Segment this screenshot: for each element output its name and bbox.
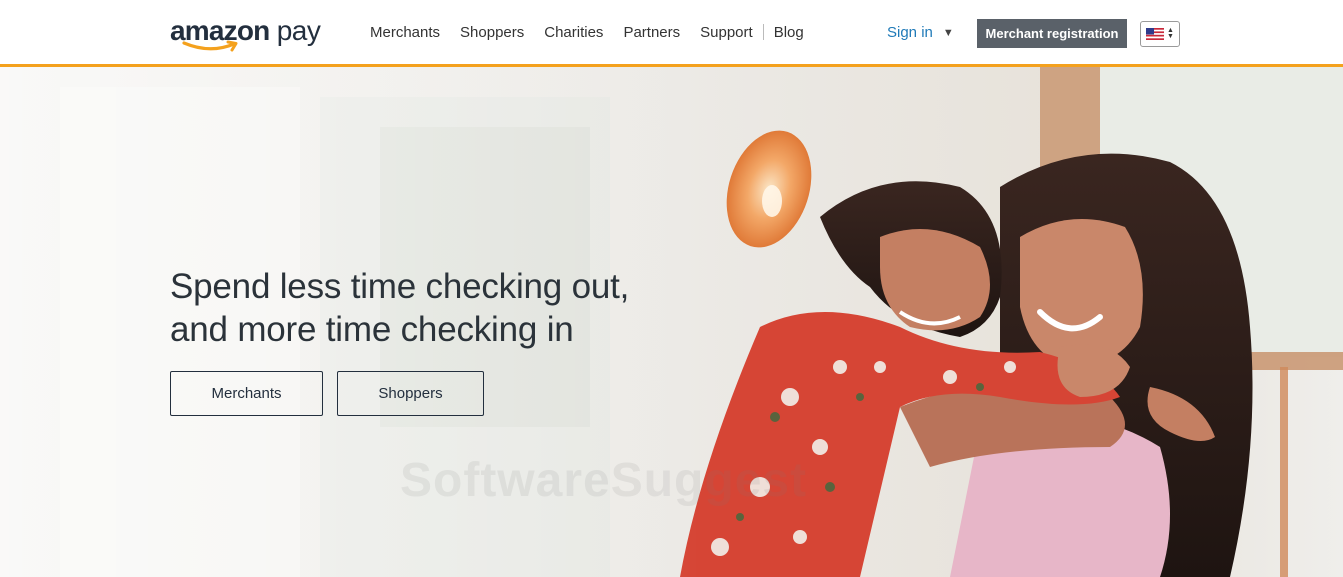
locale-select[interactable]: ▲ ▼ xyxy=(1140,21,1180,47)
main-nav: Merchants Shoppers Charities Partners Su… xyxy=(370,0,824,64)
nav-support[interactable]: Support xyxy=(700,24,753,41)
amazon-smile-icon xyxy=(182,40,238,52)
nav-merchants[interactable]: Merchants xyxy=(370,24,440,41)
hero-shoppers-button[interactable]: Shoppers xyxy=(337,371,484,416)
select-arrows-icon: ▲ ▼ xyxy=(1167,27,1174,40)
nav-divider xyxy=(762,24,764,40)
logo-pay-text: pay xyxy=(276,15,321,46)
nav-shoppers[interactable]: Shoppers xyxy=(460,24,524,41)
watermark-text: SoftwareSuggest xyxy=(400,454,808,507)
hero-section: Spend less time checking out, and more t… xyxy=(0,67,1343,577)
sign-in-label: Sign in xyxy=(887,24,933,41)
merchant-registration-button[interactable]: Merchant registration xyxy=(977,19,1127,48)
hero-headline-line-1: Spend less time checking out, xyxy=(170,267,630,306)
hero-headline: Spend less time checking out, and more t… xyxy=(170,265,690,351)
hero-headline-line-2: and more time checking in xyxy=(170,310,574,349)
hero-merchants-button[interactable]: Merchants xyxy=(170,371,323,416)
caret-down-icon: ▼ xyxy=(942,26,954,39)
site-header: amazon pay Merchants Shoppers Charities … xyxy=(0,0,1343,67)
nav-partners[interactable]: Partners xyxy=(623,24,680,41)
us-flag-icon xyxy=(1146,28,1165,40)
nav-charities[interactable]: Charities xyxy=(544,24,603,41)
sign-in-dropdown[interactable]: Sign in ▼ xyxy=(887,24,954,41)
amazon-pay-logo[interactable]: amazon pay xyxy=(170,14,330,54)
nav-blog[interactable]: Blog xyxy=(774,24,804,41)
